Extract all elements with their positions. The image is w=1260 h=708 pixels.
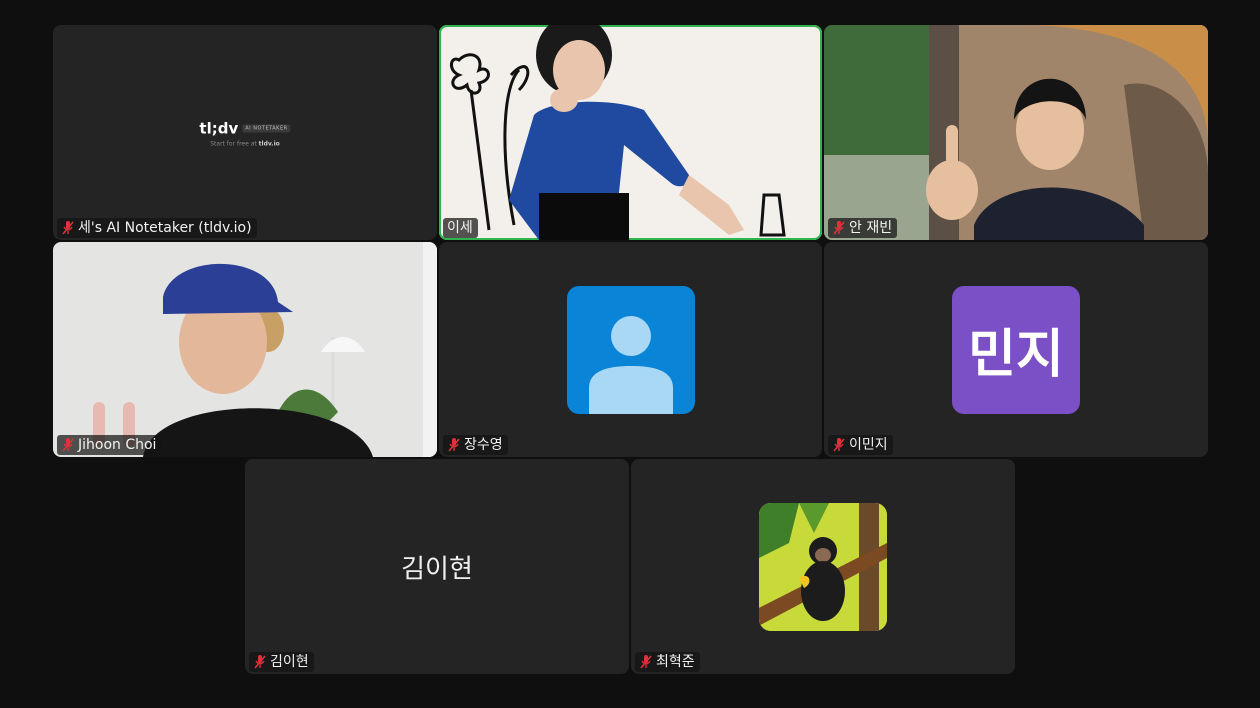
participant-name-tag: 장수영: [443, 435, 508, 455]
participant-name-tag: 이민지: [828, 435, 893, 455]
video-tile-jihoon-choi[interactable]: Jihoon Choi: [53, 242, 437, 457]
person-icon: [588, 315, 673, 414]
video-tile-lee-minji[interactable]: 민지 이민지: [824, 242, 1208, 457]
video-tile-ise[interactable]: 이세: [439, 25, 822, 240]
video-tile-ahn-jaebin[interactable]: 안 재빈: [824, 25, 1208, 240]
muted-mic-icon: [448, 438, 460, 452]
monkey-illustration-icon: [759, 502, 887, 631]
display-name-placeholder: 김이현: [401, 554, 473, 584]
video-tile-notetaker[interactable]: tl;dv AI NOTETAKER Start for free at tldv…: [53, 25, 437, 240]
video-tile-jang-suyoung[interactable]: 장수영: [439, 242, 822, 457]
muted-mic-icon: [62, 438, 74, 452]
muted-mic-icon: [254, 655, 266, 669]
participant-video-feed: [93, 242, 437, 457]
tldv-badge: AI NOTETAKER: [242, 124, 291, 133]
participant-name-tag: 최혁준: [635, 652, 700, 672]
tldv-subtitle: Start for free at tldv.io: [210, 140, 280, 147]
video-tile-kim-ihyeon[interactable]: 김이현 김이현: [245, 459, 629, 674]
participant-name-tag: 이세: [443, 218, 478, 238]
participant-video-feed: [450, 25, 786, 240]
video-tile-choi-hyeokjun[interactable]: 최혁준: [631, 459, 1015, 674]
muted-mic-icon: [833, 438, 845, 452]
participant-name-tag: 안 재빈: [828, 218, 898, 238]
profile-picture: [759, 502, 887, 631]
participant-video-feed: [824, 25, 1208, 240]
muted-mic-icon: [833, 221, 845, 235]
participant-name-tag: Jihoon Choi: [57, 435, 162, 455]
participant-name-tag: 김이현: [249, 652, 314, 672]
default-avatar: [566, 285, 695, 414]
tldv-branding: tl;dv AI NOTETAKER Start for free at tldv…: [199, 118, 291, 147]
tldv-logo: tl;dv: [199, 119, 239, 137]
muted-mic-icon: [640, 655, 652, 669]
muted-mic-icon: [62, 221, 74, 235]
participant-name-tag: 세's AI Notetaker (tldv.io): [57, 218, 257, 238]
initials-avatar: 민지: [952, 285, 1080, 414]
